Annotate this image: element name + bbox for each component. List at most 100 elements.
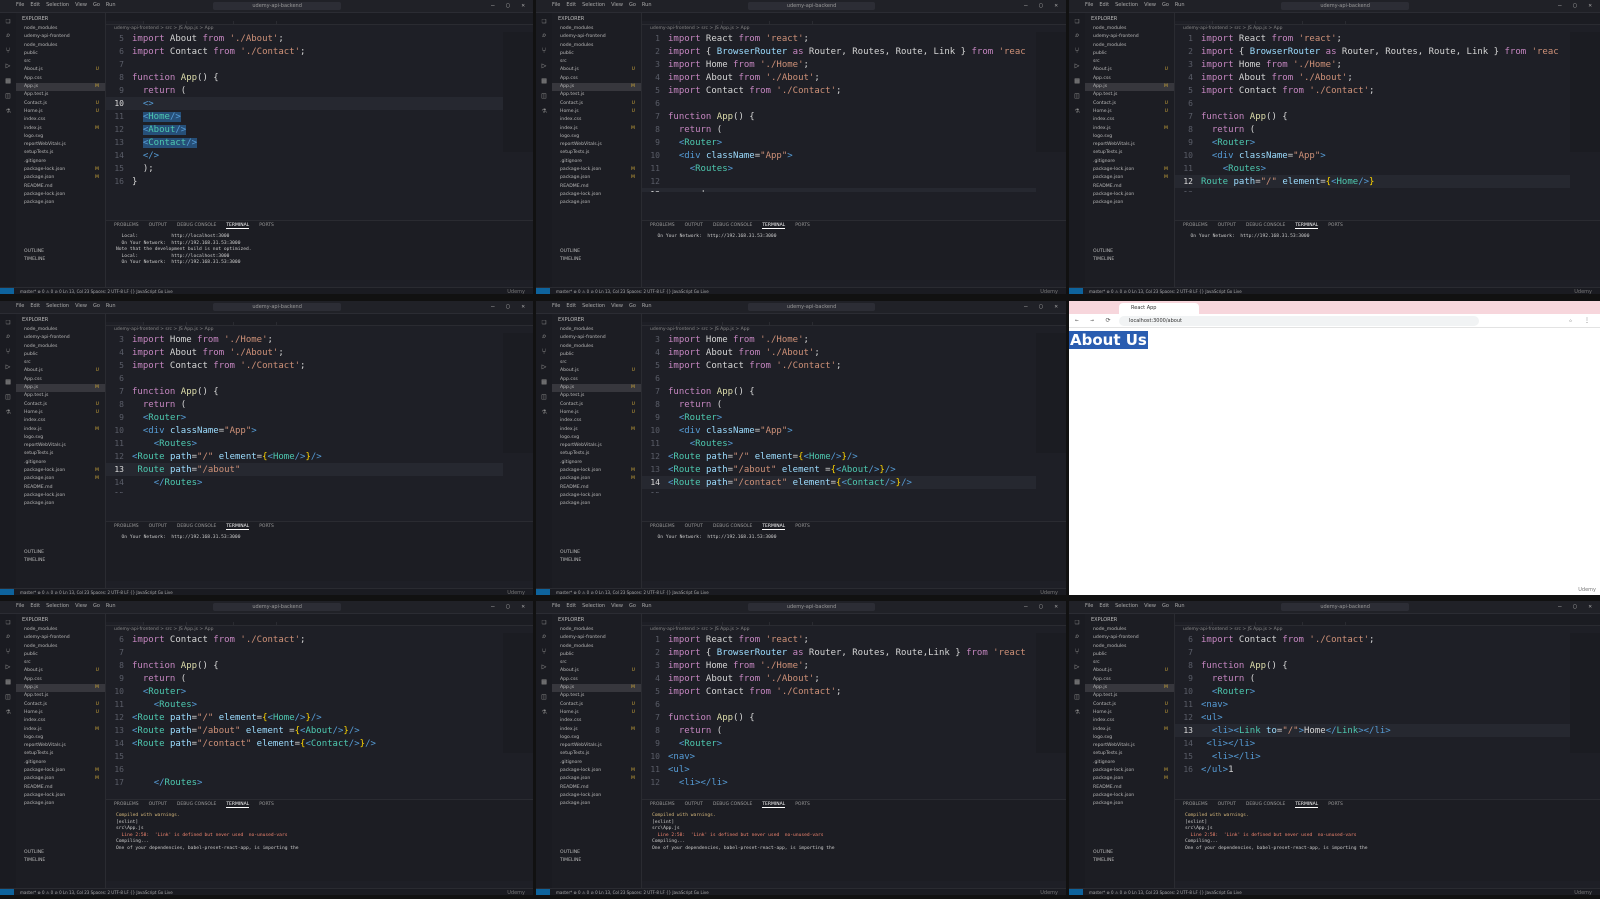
file-tree-item[interactable]: About.js U (1085, 66, 1174, 74)
files-icon[interactable]: ❏ (0, 314, 16, 329)
file-tree-item[interactable]: package-lock.json M (16, 467, 105, 475)
panel-tab-terminal[interactable]: TERMINAL (226, 524, 250, 530)
file-tree-item[interactable]: setupTests.js (1085, 149, 1174, 157)
file-tree-item[interactable]: reportWebVitals.js (1085, 742, 1174, 750)
remote-icon[interactable]: ◫ (0, 88, 16, 103)
panel-tab-problems[interactable]: PROBLEMS (114, 524, 139, 529)
file-tree-item[interactable]: package.json M (16, 475, 105, 483)
menu-item-file[interactable]: File (552, 603, 560, 609)
timeline-section[interactable]: TIMELINE (1085, 256, 1174, 264)
search-icon[interactable]: ⌕ (0, 629, 16, 644)
menu-item-selection[interactable]: Selection (582, 603, 605, 609)
file-tree-item[interactable]: package.json M (16, 775, 105, 783)
address-bar[interactable]: localhost:3000/about (1119, 316, 1479, 326)
file-tree-item[interactable]: package.json (16, 199, 105, 207)
file-tree-item[interactable]: index.css (552, 717, 641, 725)
run-debug-icon[interactable]: ▷ (1069, 58, 1085, 73)
outline-section[interactable]: OUTLINE (16, 849, 105, 857)
testing-icon[interactable]: ⚗ (1069, 704, 1085, 719)
file-tree-item[interactable]: node_modules (16, 25, 105, 33)
menu-item-go[interactable]: Go (629, 603, 636, 609)
files-icon[interactable]: ❏ (536, 314, 552, 329)
menu-item-selection[interactable]: Selection (1115, 603, 1138, 609)
file-tree-item[interactable]: setupTests.js (1085, 750, 1174, 758)
files-icon[interactable]: ❏ (0, 614, 16, 629)
panel-tab-problems[interactable]: PROBLEMS (650, 524, 675, 529)
source-control-icon[interactable]: ⑂ (1069, 43, 1085, 58)
run-debug-icon[interactable]: ▷ (0, 58, 16, 73)
file-tree-item[interactable]: setupTests.js (16, 149, 105, 157)
panel-tab-ports[interactable]: PORTS (795, 802, 810, 807)
file-tree-item[interactable]: package.json (1085, 199, 1174, 207)
menu-item-run[interactable]: Run (106, 603, 116, 609)
file-tree-item[interactable]: reportWebVitals.js (552, 442, 641, 450)
file-tree-item[interactable]: App.js M (552, 384, 641, 393)
remote-indicator[interactable] (536, 889, 550, 895)
panel-tab-output[interactable]: OUTPUT (1218, 802, 1236, 807)
menu-item-run[interactable]: Run (106, 2, 116, 8)
file-tree-item[interactable]: package.json M (1085, 775, 1174, 783)
file-tree-item[interactable]: public (16, 50, 105, 58)
file-tree-item[interactable]: node_modules (16, 42, 105, 50)
window-controls[interactable]: — ▢ ✕ (1558, 603, 1596, 610)
window-controls[interactable]: — ▢ ✕ (491, 303, 529, 310)
file-tree-item[interactable]: package.json M (16, 174, 105, 182)
files-icon[interactable]: ❏ (0, 13, 16, 28)
file-tree-item[interactable]: Contact.js U (552, 100, 641, 108)
file-tree-item[interactable]: package-lock.json M (552, 467, 641, 475)
panel-tab-debug-console[interactable]: DEBUG CONSOLE (177, 802, 216, 807)
outline-section[interactable]: OUTLINE (552, 849, 641, 857)
file-tree-item[interactable]: public (16, 651, 105, 659)
file-tree-item[interactable]: logo.svg (16, 734, 105, 742)
outline-section[interactable]: OUTLINE (16, 549, 105, 557)
menu-item-file[interactable]: File (16, 2, 24, 8)
file-tree-item[interactable]: public (1085, 651, 1174, 659)
menu-item-edit[interactable]: Edit (1099, 2, 1109, 8)
menu-item-view[interactable]: View (1144, 2, 1156, 8)
file-tree-item[interactable]: Home.js U (552, 409, 641, 417)
outline-section[interactable]: OUTLINE (16, 248, 105, 256)
file-tree-item[interactable]: package.json (16, 800, 105, 808)
menu-item-edit[interactable]: Edit (30, 303, 40, 309)
panel-tab-terminal[interactable]: TERMINAL (762, 223, 786, 229)
menu-item-selection[interactable]: Selection (46, 603, 69, 609)
panel-tab-problems[interactable]: PROBLEMS (650, 223, 675, 228)
breadcrumb[interactable]: udemy-api-frontend > src > JS App.js > A… (642, 25, 1066, 32)
file-tree-item[interactable]: App.js M (16, 684, 105, 693)
file-tree-item[interactable]: udemy-api-frontend (552, 634, 641, 642)
window-controls[interactable]: — ▢ ✕ (1024, 303, 1062, 310)
browser-nav-buttons[interactable]: ← → ⟳ (1075, 317, 1114, 324)
code-editor[interactable]: 3 import Home from './Home'; 4 import About… (106, 333, 503, 493)
file-tree-item[interactable]: .gitignore (552, 459, 641, 467)
file-tree-item[interactable]: node_modules (1085, 626, 1174, 634)
source-control-icon[interactable]: ⑂ (0, 43, 16, 58)
file-tree-item[interactable]: package-lock.json M (552, 767, 641, 775)
timeline-section[interactable]: TIMELINE (16, 256, 105, 264)
panel-tab-debug-console[interactable]: DEBUG CONSOLE (713, 802, 752, 807)
code-editor[interactable]: 6 import Contact from './Contact'; 7 8 funct… (1175, 633, 1570, 793)
file-tree-item[interactable]: node_modules (552, 326, 641, 334)
extensions-icon[interactable]: ▦ (536, 374, 552, 389)
menu-item-file[interactable]: File (16, 303, 24, 309)
file-tree-item[interactable]: index.css (552, 116, 641, 124)
outline-section[interactable]: OUTLINE (1085, 248, 1174, 256)
file-tree-item[interactable]: .gitignore (1085, 158, 1174, 166)
file-tree-item[interactable]: App.js M (552, 684, 641, 693)
file-tree-item[interactable]: package.json (552, 199, 641, 207)
file-tree-item[interactable]: package-lock.json (1085, 792, 1174, 800)
extensions-icon[interactable]: ▦ (0, 73, 16, 88)
panel-tab-output[interactable]: OUTPUT (685, 223, 703, 228)
window-controls[interactable]: — ▢ ✕ (1024, 2, 1062, 9)
menu-item-go[interactable]: Go (93, 603, 100, 609)
code-editor[interactable]: 1 import React from 'react'; 2 import { Bro… (642, 32, 1036, 192)
menu-item-go[interactable]: Go (629, 2, 636, 8)
menu-item-run[interactable]: Run (642, 303, 652, 309)
menu-item-view[interactable]: View (75, 603, 87, 609)
file-tree-item[interactable]: udemy-api-frontend (552, 334, 641, 342)
file-tree-item[interactable]: udemy-api-frontend (1085, 33, 1174, 41)
run-debug-icon[interactable]: ▷ (1069, 659, 1085, 674)
file-tree-item[interactable]: src (552, 359, 641, 367)
source-control-icon[interactable]: ⑂ (536, 43, 552, 58)
file-tree-item[interactable]: reportWebVitals.js (16, 442, 105, 450)
outline-section[interactable]: OUTLINE (552, 248, 641, 256)
